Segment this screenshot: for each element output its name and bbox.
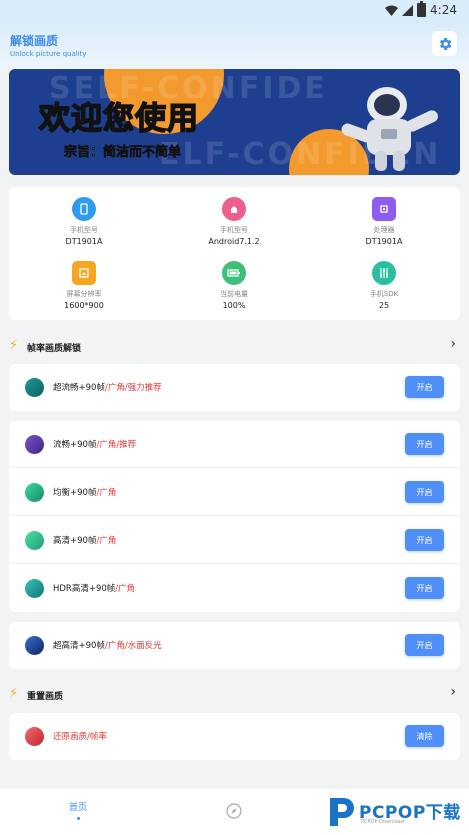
list-item: 高清+90帧/广角 开启: [9, 517, 460, 564]
mode-icon: [25, 579, 44, 598]
sliders-icon: [372, 261, 396, 285]
info-item-sdk: 手机SDK 25: [309, 261, 459, 310]
list-item: 超高清+90帧/广角/水面反光 开启: [9, 622, 460, 669]
enable-button[interactable]: 开启: [405, 634, 444, 656]
reset-icon: [25, 727, 44, 746]
info-value: DT1901A: [65, 237, 103, 246]
app-subtitle: Unlock picture quality: [10, 50, 87, 58]
fps-group-1: 超流畅+90帧/广角/强力推荐 开启: [9, 364, 460, 411]
info-label: 屏幕分辨率: [66, 290, 102, 298]
info-value: DT1901A: [365, 237, 403, 246]
info-label: 手机型号: [220, 226, 248, 234]
info-value: 25: [378, 301, 390, 310]
nav-home-label: 首页: [68, 803, 87, 813]
status-icons: 4:24: [385, 1, 457, 17]
enable-button[interactable]: 开启: [405, 529, 444, 551]
row-label: 高清+90帧/广角: [53, 536, 117, 546]
device-info-card: 手机型号 DT1901A 手机型号 Android7.1.2 处理器 DT190…: [9, 187, 460, 320]
row-label: 流畅+90帧/广角/推荐: [53, 440, 137, 450]
pcpop-logo-icon: [330, 798, 354, 826]
list-item: 超流畅+90帧/广角/强力推荐 开启: [9, 364, 460, 411]
phone-icon: [72, 197, 96, 221]
fps-group-3: 超高清+90帧/广角/水面反光 开启: [9, 622, 460, 669]
lightning-icon: ⚡: [9, 338, 19, 353]
chevron-right-icon: ›: [450, 684, 456, 700]
mode-icon: [25, 531, 44, 550]
welcome-banner[interactable]: SELF-CONFIDE ELF-CONFIDEN 欢迎您使用 宗旨：简洁而不简…: [9, 69, 460, 175]
info-item-battery: 当前电量 100%: [159, 261, 309, 310]
row-label: 还原画质/帧率: [53, 732, 107, 742]
section-title: 重置画质: [27, 692, 64, 702]
banner-headline: 欢迎您使用: [38, 100, 199, 138]
list-item: 均衡+90帧/广角 开启: [9, 469, 460, 516]
watermark: PCPOP下载 PCPOP Download: [326, 792, 469, 832]
chevron-right-icon: ›: [450, 336, 456, 352]
watermark-sub: PCPOP Download: [361, 819, 404, 825]
screen-icon: [72, 261, 96, 285]
wifi-icon: [385, 5, 399, 16]
status-bar: 4:24: [0, 0, 469, 22]
app-title: 解锁画质: [10, 34, 59, 48]
info-item-model: 手机型号 DT1901A: [9, 197, 159, 246]
clear-button[interactable]: 清除: [405, 725, 444, 747]
mode-icon: [25, 636, 44, 655]
info-value: Android7.1.2: [208, 237, 260, 246]
section-title: 帧率画质解锁: [27, 344, 82, 354]
lightning-icon: ⚡: [9, 686, 19, 701]
app-header: 解锁画质 Unlock picture quality: [0, 22, 469, 70]
status-time: 4:24: [430, 3, 457, 17]
settings-button[interactable]: [432, 31, 457, 56]
battery-status-icon: [417, 1, 427, 17]
info-label: 当前电量: [220, 290, 248, 298]
info-value: 1600*900: [64, 301, 104, 310]
info-item-resolution: 屏幕分辨率 1600*900: [9, 261, 159, 310]
fps-group-2: 流畅+90帧/广角/推荐 开启 均衡+90帧/广角 开启 高清+90帧/广角 开…: [9, 421, 460, 612]
compass-icon[interactable]: [226, 803, 242, 819]
reset-card: 还原画质/帧率 清除: [9, 713, 460, 760]
enable-button[interactable]: 开启: [405, 376, 444, 398]
info-value: 100%: [222, 301, 246, 310]
astronaut-image: [341, 87, 438, 171]
enable-button[interactable]: 开启: [405, 433, 444, 455]
row-label: 均衡+90帧/广角: [53, 488, 117, 498]
info-label: 处理器: [373, 226, 395, 234]
list-item: 还原画质/帧率 清除: [9, 713, 460, 760]
row-label: HDR高清+90帧/广角: [53, 584, 136, 594]
row-label: 超高清+90帧/广角/水面反光: [53, 641, 162, 651]
section-reset-header[interactable]: ⚡ 重置画质 ›: [9, 684, 460, 704]
enable-button[interactable]: 开启: [405, 481, 444, 503]
info-label: 手机型号: [70, 226, 98, 234]
banner-tagline: 宗旨：简洁而不简单: [64, 145, 182, 161]
signal-icon: [402, 4, 414, 16]
android-icon: [222, 197, 246, 221]
list-item: HDR高清+90帧/广角 开启: [9, 565, 460, 612]
gear-icon: [439, 37, 451, 50]
row-label: 超流畅+90帧/广角/强力推荐: [53, 383, 162, 393]
mode-icon: [25, 483, 44, 502]
active-indicator: [76, 817, 80, 820]
cpu-icon: [372, 197, 396, 221]
list-item: 流畅+90帧/广角/推荐 开启: [9, 421, 460, 468]
mode-icon: [25, 435, 44, 454]
info-label: 手机SDK: [369, 290, 399, 298]
mode-icon: [25, 378, 44, 397]
enable-button[interactable]: 开启: [405, 577, 444, 599]
info-item-cpu: 处理器 DT1901A: [309, 197, 459, 246]
nav-home-tab[interactable]: 首页: [58, 800, 98, 820]
info-item-android: 手机型号 Android7.1.2: [159, 197, 309, 246]
section-fps-header[interactable]: ⚡ 帧率画质解锁 ›: [9, 336, 460, 356]
battery-icon: [222, 261, 246, 285]
